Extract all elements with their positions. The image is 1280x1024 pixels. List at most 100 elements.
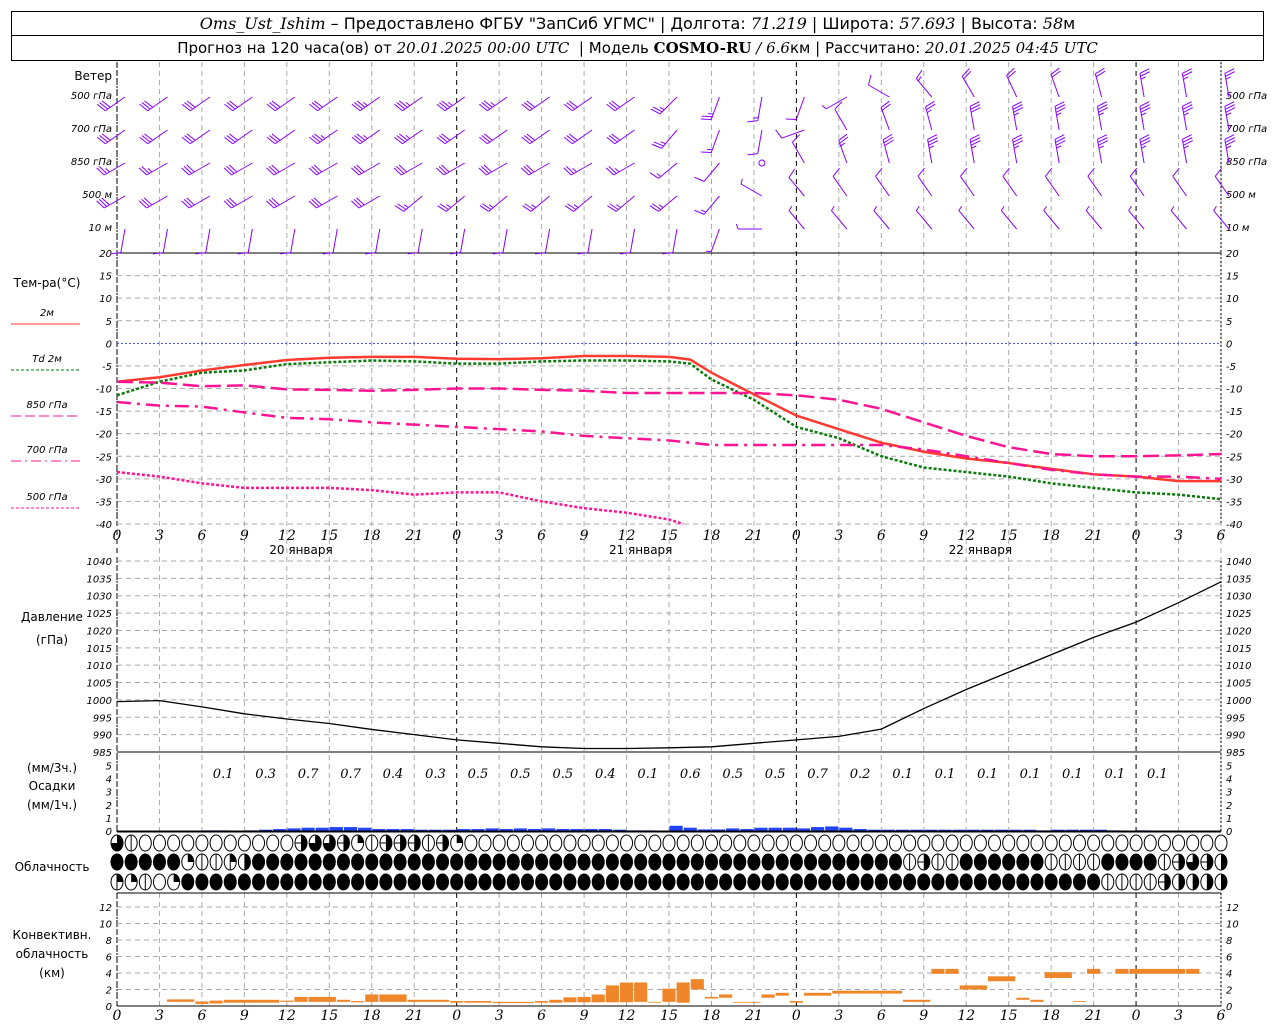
cloud-cover-icon <box>421 834 435 852</box>
cloud-half <box>1192 874 1199 890</box>
cloud-cover-icon <box>1129 853 1143 871</box>
cloud-cover-icon <box>1016 853 1030 871</box>
barb-shaft <box>672 228 678 253</box>
pressure-tick-left: 1005 <box>87 679 112 690</box>
convective-bar <box>959 985 987 990</box>
cloud-circle <box>1087 834 1101 852</box>
wind-barb <box>436 129 465 145</box>
convective-bar <box>351 1001 365 1003</box>
cloud-cover-icon <box>719 873 733 891</box>
barb-feather <box>606 136 616 145</box>
cloud-cover-icon <box>761 873 775 891</box>
cloud-circle <box>351 853 365 871</box>
barb-half-feather <box>363 101 368 106</box>
cloud-circle <box>110 853 124 871</box>
cloud-circle <box>620 873 634 891</box>
x-tick-temp: 6 <box>537 528 546 544</box>
barb-feather <box>96 200 105 209</box>
cloud-circle <box>747 873 761 891</box>
wind-barb <box>969 101 981 131</box>
cloud-circle <box>280 834 294 852</box>
temp-tick-left: 0 <box>106 339 112 350</box>
barb-feather <box>266 136 276 145</box>
cloud-circle <box>690 873 704 891</box>
cloud-cover-icon <box>860 873 874 891</box>
cloud-cover-icon <box>421 873 435 891</box>
barb-feather <box>356 100 366 108</box>
convective-bar <box>648 1001 662 1003</box>
cloud-cover-icon <box>549 834 563 852</box>
wind-barb <box>224 96 253 112</box>
conv-tick-right: 12 <box>1226 903 1239 914</box>
cloud-cover-icon <box>535 873 549 891</box>
barb-half-feather <box>928 145 935 149</box>
cloud-circle <box>1030 873 1044 891</box>
cloud-circle <box>308 853 322 871</box>
cloud-cover-icon <box>436 873 450 891</box>
precip-tick-left: 1 <box>106 814 112 825</box>
cloud-half <box>301 835 307 851</box>
barb-feather <box>436 136 446 145</box>
precip-3h-total: 0.1 <box>213 767 234 782</box>
barb-shaft <box>358 195 381 209</box>
cloud-cover-icon <box>535 834 549 852</box>
cloud-circle <box>478 834 492 852</box>
barb-feather <box>141 102 151 110</box>
x-tick-temp: 6 <box>877 528 886 544</box>
cloud-half <box>414 835 421 851</box>
wind-barb <box>960 167 975 197</box>
pressure-tick-left: 995 <box>93 713 112 724</box>
cloud-circle <box>775 873 789 891</box>
barb-feather <box>186 133 196 141</box>
x-tick-conv: 0 <box>113 1008 122 1024</box>
barb-feather <box>313 164 323 173</box>
cloud-cover-icon <box>167 873 181 891</box>
barb-feather <box>478 167 487 176</box>
wind-barb <box>479 195 508 212</box>
wind-barb <box>1054 134 1066 164</box>
barb-shaft <box>1181 106 1188 131</box>
wind-level-left: 500 м <box>82 190 112 201</box>
wind-barb <box>1087 167 1103 197</box>
barb-feather <box>228 197 238 206</box>
wind-barb <box>694 162 720 182</box>
conv-tick-left: 12 <box>99 903 112 914</box>
wind-barb <box>563 96 593 112</box>
cloud-circle <box>1129 853 1143 871</box>
barb-shaft <box>147 129 168 145</box>
wind-barb <box>1002 167 1018 197</box>
cloud-cover-icon <box>1002 873 1016 891</box>
cloud-cover-icon <box>789 834 803 852</box>
wind-barb <box>394 195 423 212</box>
x-tick-temp: 12 <box>618 528 636 544</box>
wind-barb <box>138 195 168 209</box>
cloud-circle <box>535 853 549 871</box>
cloud-cover-icon <box>704 834 718 852</box>
wind-barb <box>563 162 593 176</box>
cloud-circle <box>789 853 803 871</box>
cloud-circle <box>407 873 421 891</box>
barb-half-feather <box>1183 76 1189 80</box>
barb-half-feather <box>1183 112 1189 116</box>
cloud-circle <box>1214 834 1228 852</box>
cloud-circle <box>152 834 166 852</box>
barb-feather <box>266 167 275 176</box>
cloud-cover-icon <box>266 834 280 852</box>
barb-shaft <box>444 129 465 145</box>
cloud-circle <box>294 853 308 871</box>
barb-shaft <box>317 96 338 112</box>
barb-feather <box>608 102 618 110</box>
temp-tick-left: 20 <box>99 249 112 260</box>
wind-barb <box>758 159 766 167</box>
cloud-cover-icon <box>1172 873 1186 891</box>
precip-3h-total: 0.1 <box>935 767 956 782</box>
precip-3h-total: 0.1 <box>977 767 998 782</box>
barb-feather <box>441 164 450 173</box>
barb-shaft <box>332 228 338 253</box>
cloud-cover-icon <box>252 873 266 891</box>
cloud-cover-icon <box>478 873 492 891</box>
cloud-cover-icon <box>124 834 138 852</box>
precip-tick-left: 3 <box>106 788 112 799</box>
cloud-circle <box>846 873 860 891</box>
wind-barb <box>351 195 381 209</box>
